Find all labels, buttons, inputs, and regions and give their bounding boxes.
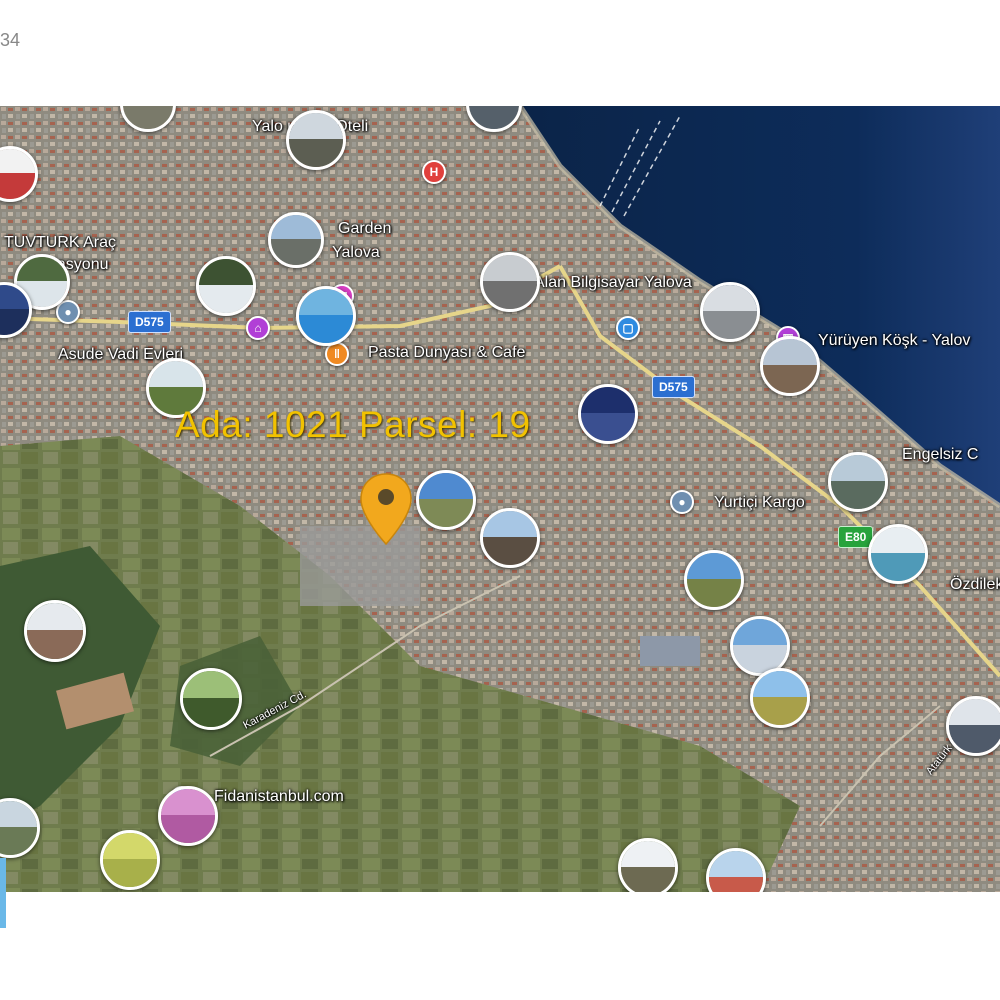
photo-thumbnail[interactable] <box>868 524 928 584</box>
photo-thumbnail[interactable] <box>286 110 346 170</box>
location-icon[interactable]: ● <box>670 490 694 514</box>
parcel-label: Ada: 1021 Parsel: 19 <box>175 404 531 445</box>
photo-thumbnail[interactable] <box>618 838 678 892</box>
photo-thumbnail[interactable] <box>750 668 810 728</box>
photo-thumbnail[interactable] <box>946 696 1000 756</box>
photo-thumbnail[interactable] <box>730 616 790 676</box>
photo-thumbnail[interactable] <box>706 848 766 892</box>
place-label-garden[interactable]: Garden <box>338 220 391 238</box>
photo-thumbnail[interactable] <box>158 786 218 846</box>
road-shield-d575: D575 <box>652 376 695 398</box>
place-label-fidan[interactable]: Fidanistanbul.com <box>214 788 344 806</box>
photo-thumbnail[interactable] <box>0 146 38 202</box>
place-label-bilgisayar[interactable]: Alan Bilgisayar Yalova <box>534 274 692 292</box>
place-label-tuvturk[interactable]: TUVTURK Araç <box>4 234 116 252</box>
hospital-icon[interactable]: H <box>422 160 446 184</box>
place-label-engelsiz[interactable]: Engelsiz C <box>902 446 978 464</box>
photo-thumbnail[interactable] <box>760 336 820 396</box>
photo-thumbnail[interactable] <box>578 384 638 444</box>
shopping-icon[interactable]: ⌂ <box>246 316 270 340</box>
location-pin-icon[interactable] <box>358 472 414 548</box>
photo-thumbnail[interactable] <box>296 286 356 346</box>
photo-thumbnail[interactable] <box>684 550 744 610</box>
photo-thumbnail[interactable] <box>828 452 888 512</box>
photo-thumbnail[interactable] <box>0 282 32 338</box>
satellite-map[interactable]: D575 D575 E80 Yalo ulama Oteli Garden Ya… <box>0 106 1000 892</box>
road-shield-d575: D575 <box>128 311 171 333</box>
photo-thumbnail[interactable] <box>416 470 476 530</box>
photo-thumbnail[interactable] <box>120 106 176 132</box>
photo-thumbnail[interactable] <box>0 798 40 858</box>
corner-number: 34 <box>0 30 21 50</box>
road-shield-green: E80 <box>838 526 874 548</box>
place-label-pasta[interactable]: Pasta Dunyası & Cafe <box>368 344 525 362</box>
photo-thumbnail[interactable] <box>100 830 160 890</box>
place-label-ozdilek[interactable]: Özdilek <box>950 576 1000 594</box>
photo-thumbnail[interactable] <box>480 252 540 312</box>
lock-icon[interactable]: ▢ <box>616 316 640 340</box>
place-label-garden-yalova[interactable]: Yalova <box>332 244 380 262</box>
photo-thumbnail[interactable] <box>480 508 540 568</box>
photo-thumbnail[interactable] <box>180 668 242 730</box>
photo-thumbnail[interactable] <box>466 106 522 132</box>
side-strip <box>0 858 6 928</box>
place-label-kosk[interactable]: Yürüyen Köşk - Yalov <box>818 332 970 350</box>
photo-thumbnail[interactable] <box>268 212 324 268</box>
photo-thumbnail[interactable] <box>700 282 760 342</box>
photo-thumbnail[interactable] <box>24 600 86 662</box>
place-label-yurtici[interactable]: Yurtiçi Kargo <box>714 494 805 512</box>
photo-thumbnail[interactable] <box>196 256 256 316</box>
